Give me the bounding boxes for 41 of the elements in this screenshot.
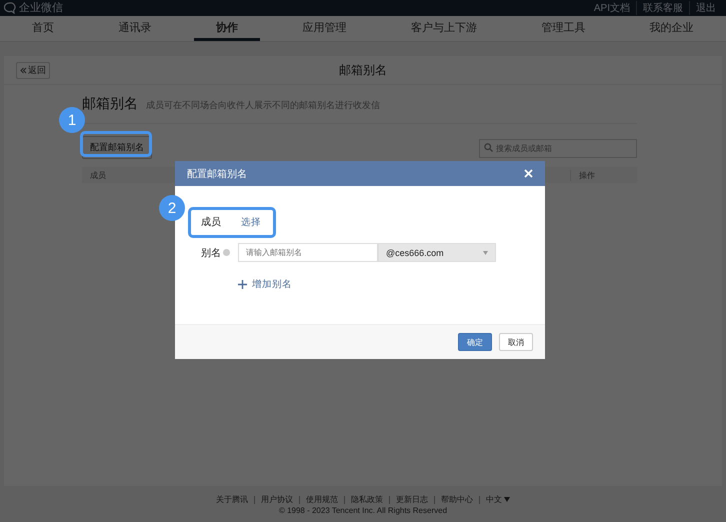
alias-input[interactable]: 请输入邮箱别名: [238, 243, 378, 262]
language-selector[interactable]: 中文: [480, 496, 516, 504]
plus-icon: [238, 280, 247, 289]
footer-link[interactable]: 更新日志: [390, 496, 435, 504]
nav-tab[interactable]: 应用管理: [280, 16, 368, 42]
member-label: 成员: [201, 216, 222, 229]
select-link[interactable]: 选择: [241, 216, 261, 228]
back-button[interactable]: 返回: [16, 62, 50, 79]
alias-label: 别名: [201, 248, 221, 258]
header-link[interactable]: 联系客服: [636, 0, 689, 15]
nav-tab[interactable]: 协作: [194, 16, 260, 42]
double-chevron-icon: [20, 66, 27, 74]
confirm-button[interactable]: 确定: [458, 333, 492, 351]
add-alias-link[interactable]: 增加别名: [238, 278, 545, 291]
close-icon[interactable]: [524, 169, 533, 178]
section-heading: 邮箱别名: [82, 95, 138, 114]
nav-tab[interactable]: 通讯录: [96, 16, 174, 42]
header-link[interactable]: 退出: [689, 0, 722, 15]
column-header: 操作: [570, 170, 629, 181]
chat-bubble-icon: [4, 2, 17, 14]
footer-link[interactable]: 帮助中心: [434, 496, 480, 504]
nav-tab[interactable]: 我的企业: [628, 16, 716, 42]
footer-link[interactable]: 关于腾讯: [210, 496, 255, 504]
header-link[interactable]: API文档: [588, 0, 636, 15]
nav-tab[interactable]: 首页: [10, 16, 76, 42]
page-title: 邮箱别名: [338, 62, 388, 79]
domain-dropdown[interactable]: @ces666.com: [378, 243, 496, 262]
logo-text: 企业微信: [19, 1, 63, 16]
nav-tab[interactable]: 管理工具: [519, 16, 608, 42]
caret-icon: [504, 497, 510, 502]
cancel-button[interactable]: 取消: [499, 333, 533, 351]
dialog-title: 配置邮箱别名: [187, 168, 247, 180]
footer-link[interactable]: 用户协议: [254, 496, 300, 504]
footer-link[interactable]: 使用规范: [300, 496, 345, 504]
column-header: 成员: [90, 170, 106, 181]
footer-link[interactable]: 隐私政策: [344, 496, 390, 504]
copyright-text: © 1998 - 2023 Tencent Inc. All Rights Reserved: [278, 506, 448, 516]
nav-tab[interactable]: 客户与上下游: [388, 16, 499, 42]
highlight-frame: [80, 131, 152, 157]
caret-icon: [483, 250, 488, 254]
search-icon: [484, 143, 493, 152]
